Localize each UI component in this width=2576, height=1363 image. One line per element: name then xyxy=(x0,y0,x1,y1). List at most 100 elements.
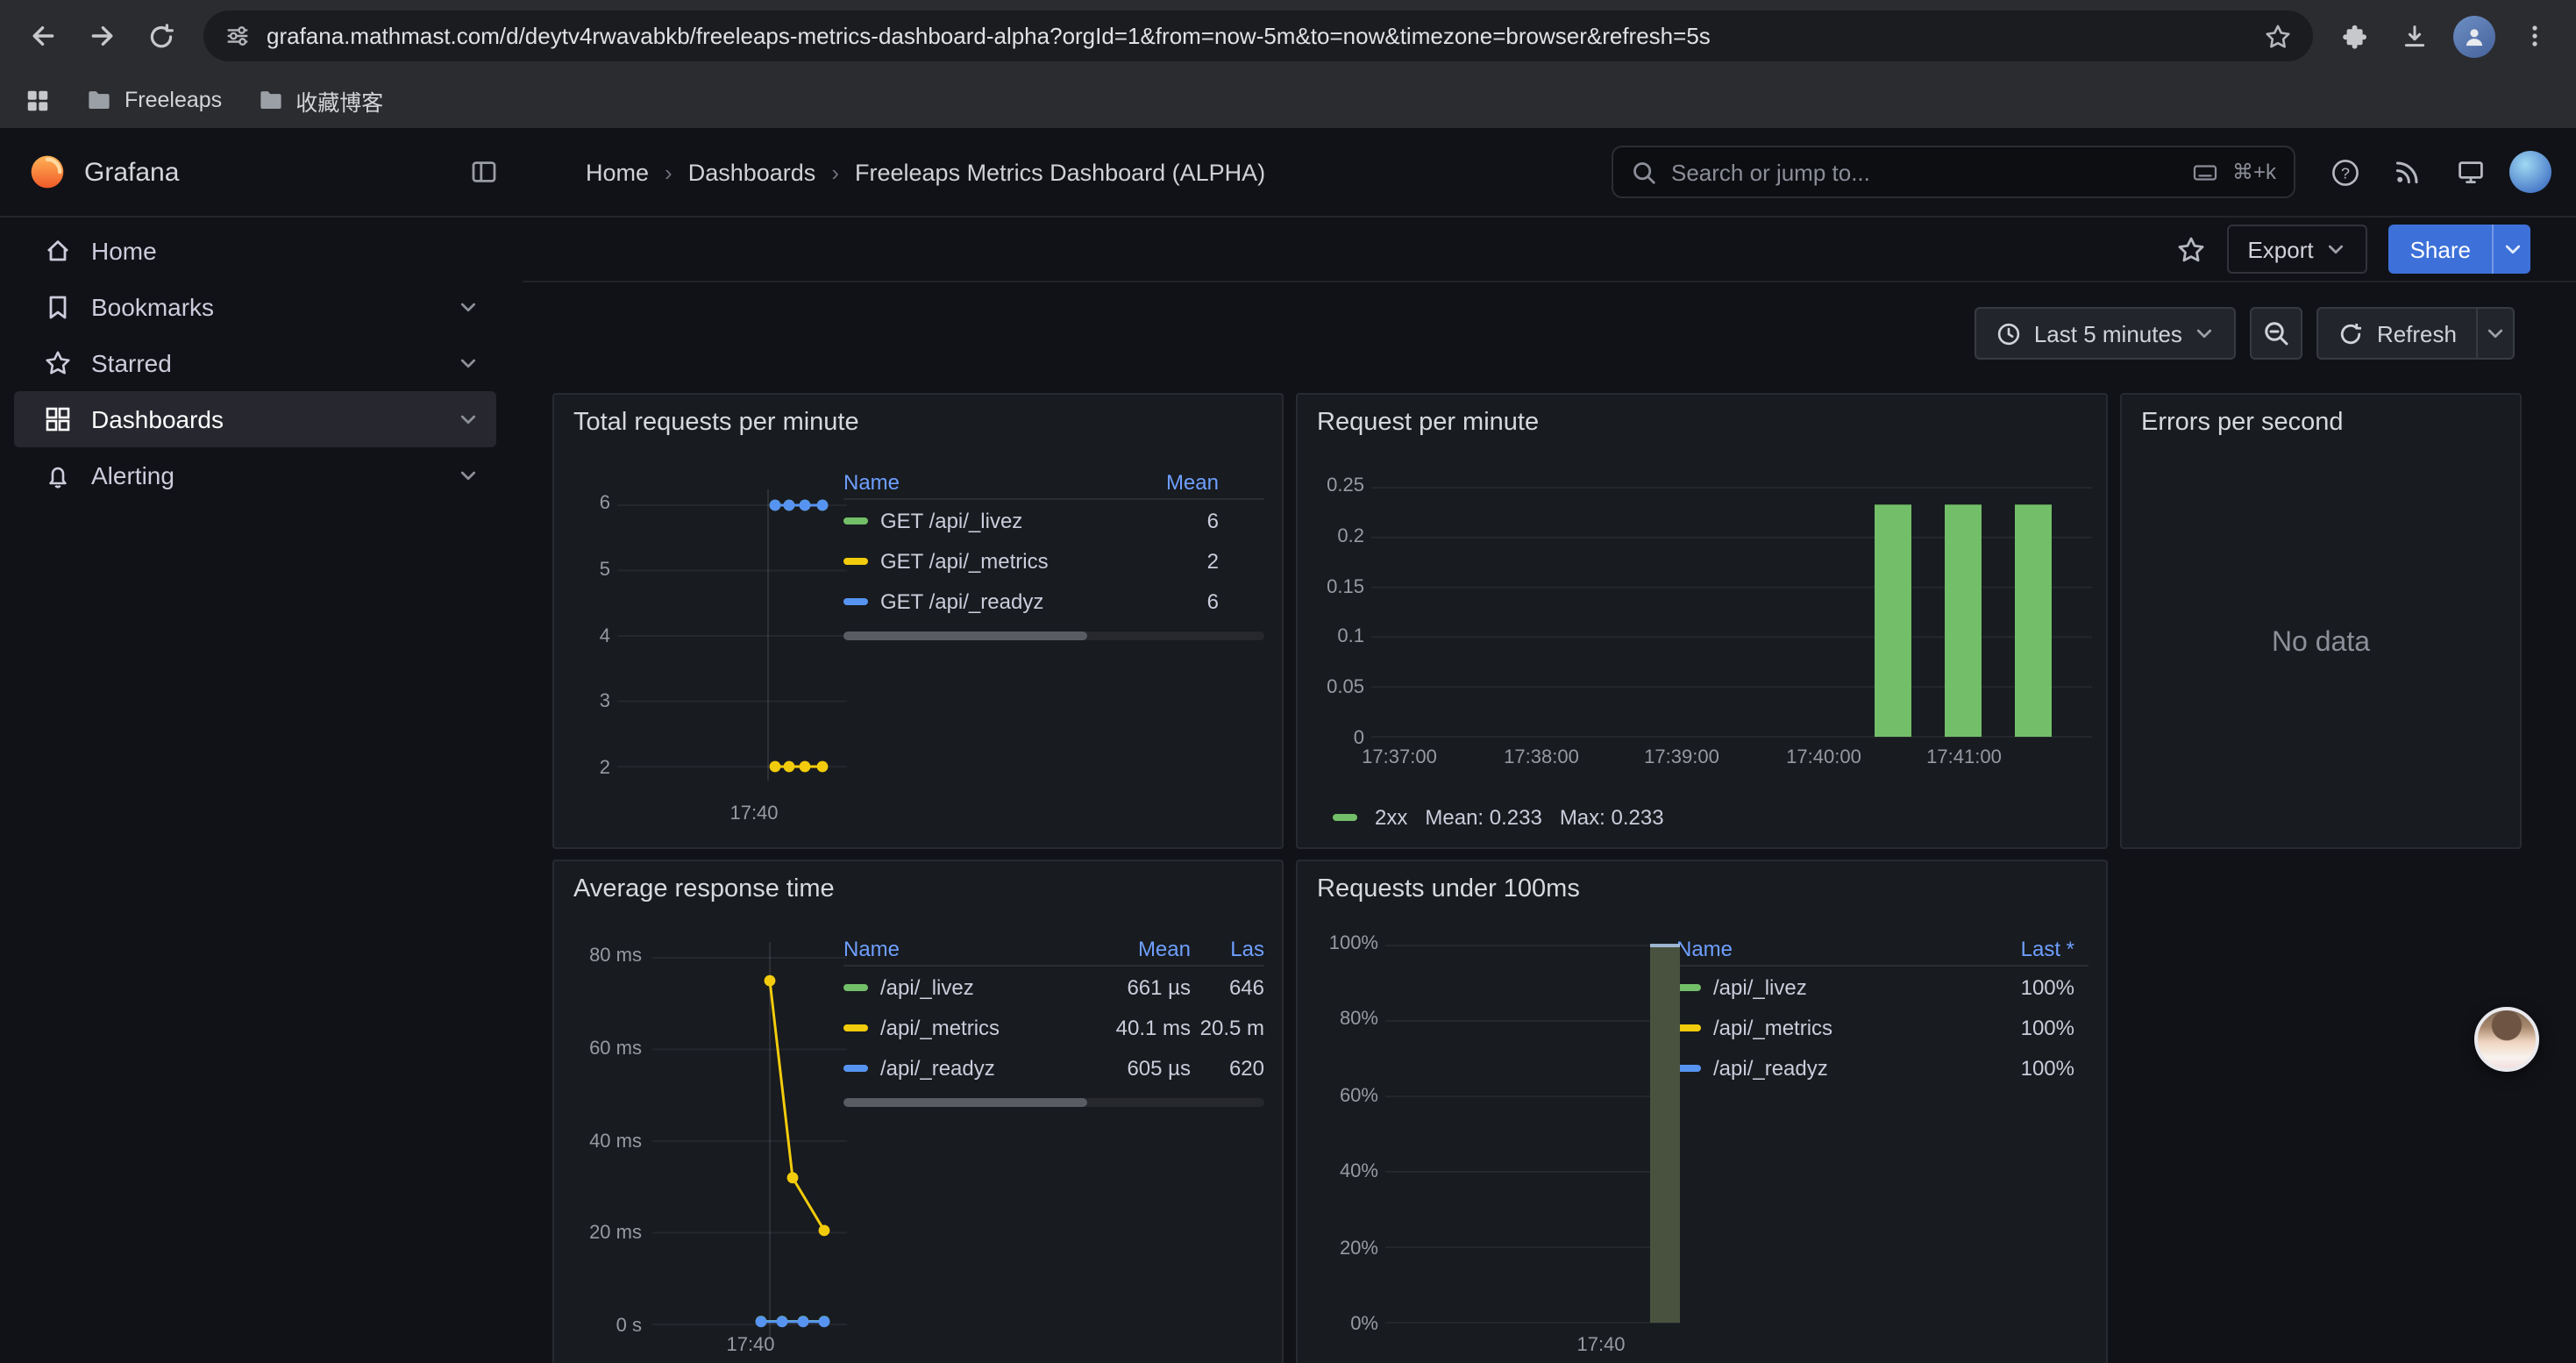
legend-series-name: /api/_metrics xyxy=(843,1015,1089,1039)
refresh-button[interactable]: Refresh xyxy=(2317,307,2478,360)
series-label[interactable]: 2xx xyxy=(1375,805,1407,830)
panel-title[interactable]: Requests under 100ms xyxy=(1315,875,2089,921)
sidebar-item-dashboards[interactable]: Dashboards xyxy=(14,391,496,447)
site-info-icon[interactable] xyxy=(224,23,251,49)
y-axis-tick: 0.1 xyxy=(1337,627,1364,648)
legend-value: 40.1 ms xyxy=(1089,1015,1191,1039)
reload-button[interactable] xyxy=(133,8,189,64)
time-range-label: Last 5 minutes xyxy=(2034,320,2182,346)
series-label: /api/_metrics xyxy=(1713,1015,1832,1039)
y-axis-tick: 80 ms xyxy=(589,946,642,967)
legend-value: 605 µs xyxy=(1089,1055,1191,1080)
grafana-brand: Grafana xyxy=(84,157,179,187)
time-range-picker[interactable]: Last 5 minutes xyxy=(1975,307,2237,360)
panel-total-requests-per-minute: Total requests per minute 65432 17:40 Na… xyxy=(552,393,1284,849)
legend-scrollbar-thumb[interactable] xyxy=(843,1098,1087,1107)
legend-scrollbar[interactable] xyxy=(843,632,1264,640)
panel-title[interactable]: Average response time xyxy=(572,875,1264,921)
legend-row[interactable]: /api/_metrics100% xyxy=(1676,1007,2089,1047)
url-bar[interactable] xyxy=(203,11,2313,61)
refresh-interval-chevron[interactable] xyxy=(2478,307,2515,360)
legend-header-mean[interactable]: Mean xyxy=(1121,469,1219,494)
clock-icon xyxy=(1996,320,2022,346)
dashboard-actions: Export Share xyxy=(523,218,2576,282)
menu-kebab-icon[interactable] xyxy=(2506,8,2562,64)
back-button[interactable] xyxy=(14,8,70,64)
header-icons: ? xyxy=(2295,147,2576,196)
apps-grid-icon[interactable] xyxy=(25,87,51,113)
search-input[interactable] xyxy=(1671,159,2178,185)
x-axis-tick: 17:40 xyxy=(729,803,778,824)
legend-header-name[interactable]: Name xyxy=(1676,936,1969,960)
panel-title[interactable]: Request per minute xyxy=(1315,409,2089,454)
legend-row[interactable]: /api/_readyz605 µs620 xyxy=(843,1047,1264,1088)
legend-header-las[interactable]: Las xyxy=(1191,936,1264,960)
grafana-logo[interactable] xyxy=(28,153,67,191)
bookmarks-bar: Freeleaps 收藏博客 xyxy=(0,72,2576,128)
legend-row[interactable]: GET /api/_readyz6 xyxy=(843,581,1264,621)
x-axis-tick: 17:38:00 xyxy=(1504,747,1579,768)
news-rss-icon[interactable] xyxy=(2383,147,2432,196)
kiosk-monitor-icon[interactable] xyxy=(2446,147,2495,196)
chart-area: 100%80%60%40%20%0% 17:40 xyxy=(1315,921,1676,1363)
breadcrumb-item[interactable]: Freeleaps Metrics Dashboard (ALPHA) xyxy=(855,159,1265,185)
legend-row[interactable]: /api/_livez661 µs646 xyxy=(843,967,1264,1007)
dock-sidebar-icon[interactable] xyxy=(470,158,498,186)
legend-scrollbar-thumb[interactable] xyxy=(843,632,1087,640)
user-avatar[interactable] xyxy=(2509,151,2551,193)
x-axis-tick: 17:37:00 xyxy=(1362,747,1437,768)
bookmark-folder-freeleaps[interactable]: Freeleaps xyxy=(86,87,222,113)
legend-header-mean[interactable]: Mean xyxy=(1089,936,1191,960)
help-icon[interactable]: ? xyxy=(2320,147,2369,196)
share-button[interactable]: Share xyxy=(2389,225,2492,274)
series-label: GET /api/_readyz xyxy=(880,589,1043,613)
zoom-out-icon[interactable] xyxy=(2251,307,2303,360)
legend-header-name[interactable]: Name xyxy=(843,469,1121,494)
breadcrumb-item[interactable]: Home xyxy=(586,159,649,185)
extensions-icon[interactable] xyxy=(2327,8,2383,64)
y-axis-tick: 60 ms xyxy=(589,1038,642,1060)
bookmark-folder-blog[interactable]: 收藏博客 xyxy=(257,83,383,117)
legend-header-last[interactable]: Last * xyxy=(1969,936,2074,960)
refresh-icon xyxy=(2338,320,2365,346)
breadcrumb: Home›Dashboards›Freeleaps Metrics Dashbo… xyxy=(586,159,1265,185)
share-menu-chevron[interactable] xyxy=(2492,225,2530,274)
sidebar-item-label: Bookmarks xyxy=(91,293,214,321)
forward-button[interactable] xyxy=(74,8,130,64)
favorite-star-icon[interactable] xyxy=(2175,234,2205,264)
panel-title[interactable]: Total requests per minute xyxy=(572,409,1264,454)
series-label: /api/_readyz xyxy=(1713,1055,1828,1080)
y-axis-tick: 5 xyxy=(600,560,610,581)
legend-row[interactable]: /api/_livez100% xyxy=(1676,967,2089,1007)
sidebar-item-alerting[interactable]: Alerting xyxy=(14,447,496,503)
keyboard-icon xyxy=(2192,159,2218,185)
panel-title[interactable]: Errors per second xyxy=(2139,409,2502,454)
downloads-icon[interactable] xyxy=(2387,8,2443,64)
export-button[interactable]: Export xyxy=(2226,225,2367,274)
profile-icon[interactable] xyxy=(2446,8,2502,64)
sidebar-item-bookmarks[interactable]: Bookmarks xyxy=(14,279,496,335)
sidebar-item-starred[interactable]: Starred xyxy=(14,335,496,391)
legend: 2xx Mean: 0.233 Max: 0.233 xyxy=(1333,805,1664,830)
y-axis-tick: 4 xyxy=(600,625,610,646)
legend-row[interactable]: GET /api/_livez6 xyxy=(843,500,1264,540)
search-box[interactable]: ⌘+k xyxy=(1612,146,2295,198)
panel-body: 100%80%60%40%20%0% 17:40 NameLast * /api/… xyxy=(1315,921,2089,1363)
series-color-icon xyxy=(1676,983,1701,990)
legend-header-name[interactable]: Name xyxy=(843,936,1089,960)
floating-avatar[interactable] xyxy=(2474,1007,2539,1072)
legend-max: Max: 0.233 xyxy=(1560,805,1664,830)
legend-row[interactable]: /api/_metrics40.1 ms20.5 m xyxy=(843,1007,1264,1047)
sidebar-item-home[interactable]: Home xyxy=(14,223,496,279)
legend-row[interactable]: /api/_readyz100% xyxy=(1676,1047,2089,1088)
legend-row[interactable]: GET /api/_metrics2 xyxy=(843,540,1264,581)
y-axis-tick: 2 xyxy=(600,758,610,779)
legend-scrollbar[interactable] xyxy=(843,1098,1264,1107)
bookmark-star-icon[interactable] xyxy=(2264,22,2292,50)
sidebar-item-label: Starred xyxy=(91,349,172,377)
breadcrumb-item[interactable]: Dashboards xyxy=(688,159,816,185)
bookmark-label: Freeleaps xyxy=(125,88,222,112)
profile-avatar xyxy=(2453,15,2495,57)
y-axis-tick: 80% xyxy=(1340,1010,1378,1031)
url-input[interactable] xyxy=(267,23,2248,49)
